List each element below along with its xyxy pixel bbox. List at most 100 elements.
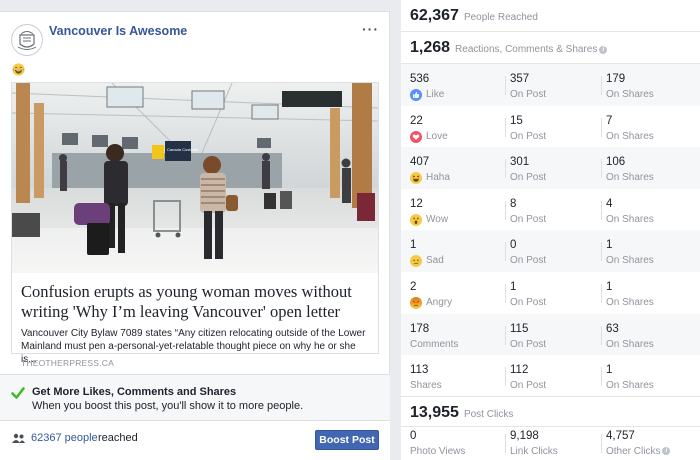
- reaction-on-shares-label-text: On Shares: [606, 213, 654, 225]
- reaction-row: 22 Love 15 On Post 7 On Shares: [401, 105, 700, 148]
- link-clicks-label: Link Clicks: [510, 446, 558, 457]
- reaction-total-label-text: Love: [426, 130, 448, 142]
- link-preview[interactable]: Canada Customs Confusion erupts as young…: [11, 82, 379, 368]
- reaction-total-label-text: Angry: [426, 297, 453, 308]
- other-clicks-value: 4,757: [606, 430, 635, 442]
- post-clicks-stat: 13,955 Post Clicks: [410, 404, 513, 422]
- people-reached-stat: 62,367 People Reached: [410, 7, 538, 25]
- column-divider: [601, 242, 602, 262]
- reaction-on-shares-label-text: On Shares: [606, 255, 654, 267]
- reaction-on-shares-label-text: On Shares: [606, 130, 654, 142]
- sad-icon: [410, 255, 426, 268]
- column-divider: [505, 325, 506, 345]
- reaction-on-post-label: On Post: [510, 255, 546, 267]
- boost-post-button[interactable]: Boost Post: [315, 430, 379, 450]
- reaction-on-post-value: 112: [510, 364, 529, 377]
- reaction-on-post-cell: 8 On Post: [510, 198, 546, 226]
- column-divider: [601, 159, 602, 179]
- reaction-total-label: Haha: [410, 172, 450, 185]
- love-icon: [410, 130, 426, 143]
- reaction-on-shares-cell: 1 On Shares: [606, 364, 654, 392]
- reaction-on-post-label-text: On Post: [510, 89, 547, 100]
- column-divider: [505, 200, 506, 220]
- haha-icon: [410, 172, 426, 185]
- other-clicks-label-text: Other Clicks: [606, 446, 661, 457]
- boost-promo-subtitle: When you boost this post, you'll show it…: [32, 400, 304, 412]
- reaction-total-cell: 1 Sad: [410, 239, 444, 268]
- reaction-on-shares-label: On Shares: [606, 131, 654, 143]
- reaction-total-value: 1: [410, 239, 417, 252]
- reaction-on-shares-label: On Shares: [606, 380, 654, 392]
- reaction-total-cell: 2 Angry: [410, 281, 452, 309]
- reach-count-link[interactable]: 62367 people: [31, 432, 98, 444]
- column-divider: [601, 284, 602, 303]
- column-divider: [505, 284, 506, 303]
- link-domain: THEOTHERPRESS.CA: [21, 358, 114, 368]
- column-divider: [505, 242, 506, 262]
- like-icon: [410, 89, 426, 101]
- info-icon[interactable]: i: [599, 46, 608, 54]
- reaction-total-label-text: Shares: [410, 380, 442, 392]
- reaction-total-label: Love: [410, 130, 448, 143]
- people-icon: [12, 433, 25, 443]
- reaction-on-post-cell: 112 On Post: [510, 364, 546, 392]
- link-title[interactable]: Confusion erupts as young woman moves wi…: [21, 282, 371, 322]
- link-clicks-value: 9,198: [510, 430, 539, 442]
- reaction-on-shares-cell: 1 On Shares: [606, 239, 654, 267]
- reaction-row: 407 Haha 301 On Post 106 On Shares: [401, 147, 700, 189]
- page-name-link[interactable]: Vancouver Is Awesome: [49, 24, 187, 38]
- reaction-on-post-value: 15: [510, 114, 523, 127]
- reaction-on-post-label-text: On Post: [510, 338, 547, 350]
- photo-views-label: Photo Views: [410, 446, 466, 457]
- reaction-on-shares-value: 1: [606, 239, 613, 252]
- reaction-total-label-text: Haha: [426, 172, 450, 184]
- reaction-row: 536 Like 357 On Post 179 On Shares: [401, 64, 700, 106]
- reaction-row: 113 Shares 112 On Post 1 On Shares: [401, 355, 700, 397]
- link-clicks-stat: 9,198 Link Clicks: [510, 430, 558, 458]
- column-divider: [505, 159, 506, 179]
- reaction-total-cell: 407 Haha: [410, 156, 450, 185]
- boost-promo: Get More Likes, Comments and Shares When…: [0, 375, 390, 421]
- reaction-on-shares-value: 1: [606, 364, 613, 377]
- reaction-on-shares-cell: 106 On Shares: [606, 156, 654, 184]
- column-divider: [505, 117, 506, 137]
- reaction-on-post-label: On Post: [510, 380, 546, 392]
- reaction-on-post-label-text: On Post: [510, 130, 547, 142]
- reaction-on-post-cell: 15 On Post: [510, 115, 546, 143]
- reaction-total-label-text: Wow: [426, 213, 449, 225]
- reaction-on-shares-value: 106: [606, 156, 626, 169]
- reaction-on-shares-label-text: On Shares: [606, 297, 654, 308]
- reaction-on-shares-label: On Shares: [606, 255, 654, 267]
- reaction-on-post-label-text: On Post: [510, 255, 547, 267]
- reaction-total-label: Comments: [410, 339, 458, 351]
- reaction-total-value: 12: [410, 197, 423, 210]
- reaction-on-shares-cell: 179 On Shares: [606, 73, 654, 101]
- reaction-total-cell: 113 Shares: [410, 364, 442, 392]
- reaction-total-cell: 12 Wow: [410, 198, 448, 226]
- reaction-on-shares-label-text: On Shares: [606, 338, 654, 350]
- reaction-on-post-cell: 1 On Post: [510, 281, 546, 309]
- reaction-row: 12 Wow 8 On Post 4 On Shares: [401, 188, 700, 231]
- angry-icon: [410, 297, 426, 309]
- wow-icon: [410, 213, 426, 226]
- more-options-button[interactable]: ···: [362, 21, 379, 37]
- reach-label: reached: [98, 432, 138, 444]
- reaction-on-shares-label: On Shares: [606, 89, 654, 101]
- reaction-on-shares-value: 179: [606, 73, 626, 85]
- reaction-on-post-label: On Post: [510, 214, 546, 226]
- photo-views-stat: 0 Photo Views: [410, 430, 465, 458]
- reaction-on-shares-label: On Shares: [606, 339, 654, 351]
- column-divider: [601, 367, 602, 387]
- other-clicks-info-icon[interactable]: i: [662, 447, 671, 455]
- post-column: Vancouver Is Awesome ··· Canada Customs …: [0, 0, 390, 460]
- reaction-on-post-value: 357: [510, 73, 530, 85]
- reaction-on-post-value: 301: [510, 156, 530, 169]
- laughing-emoji-icon: [12, 63, 25, 76]
- page-avatar[interactable]: [11, 24, 43, 56]
- reaction-total-label: Wow: [410, 213, 449, 226]
- reaction-total-value: 113: [410, 364, 429, 377]
- column-divider: [601, 117, 602, 137]
- column-divider: [601, 325, 602, 345]
- reaction-total-label-text: Comments: [410, 338, 459, 350]
- post-card: Vancouver Is Awesome ··· Canada Customs …: [0, 11, 390, 375]
